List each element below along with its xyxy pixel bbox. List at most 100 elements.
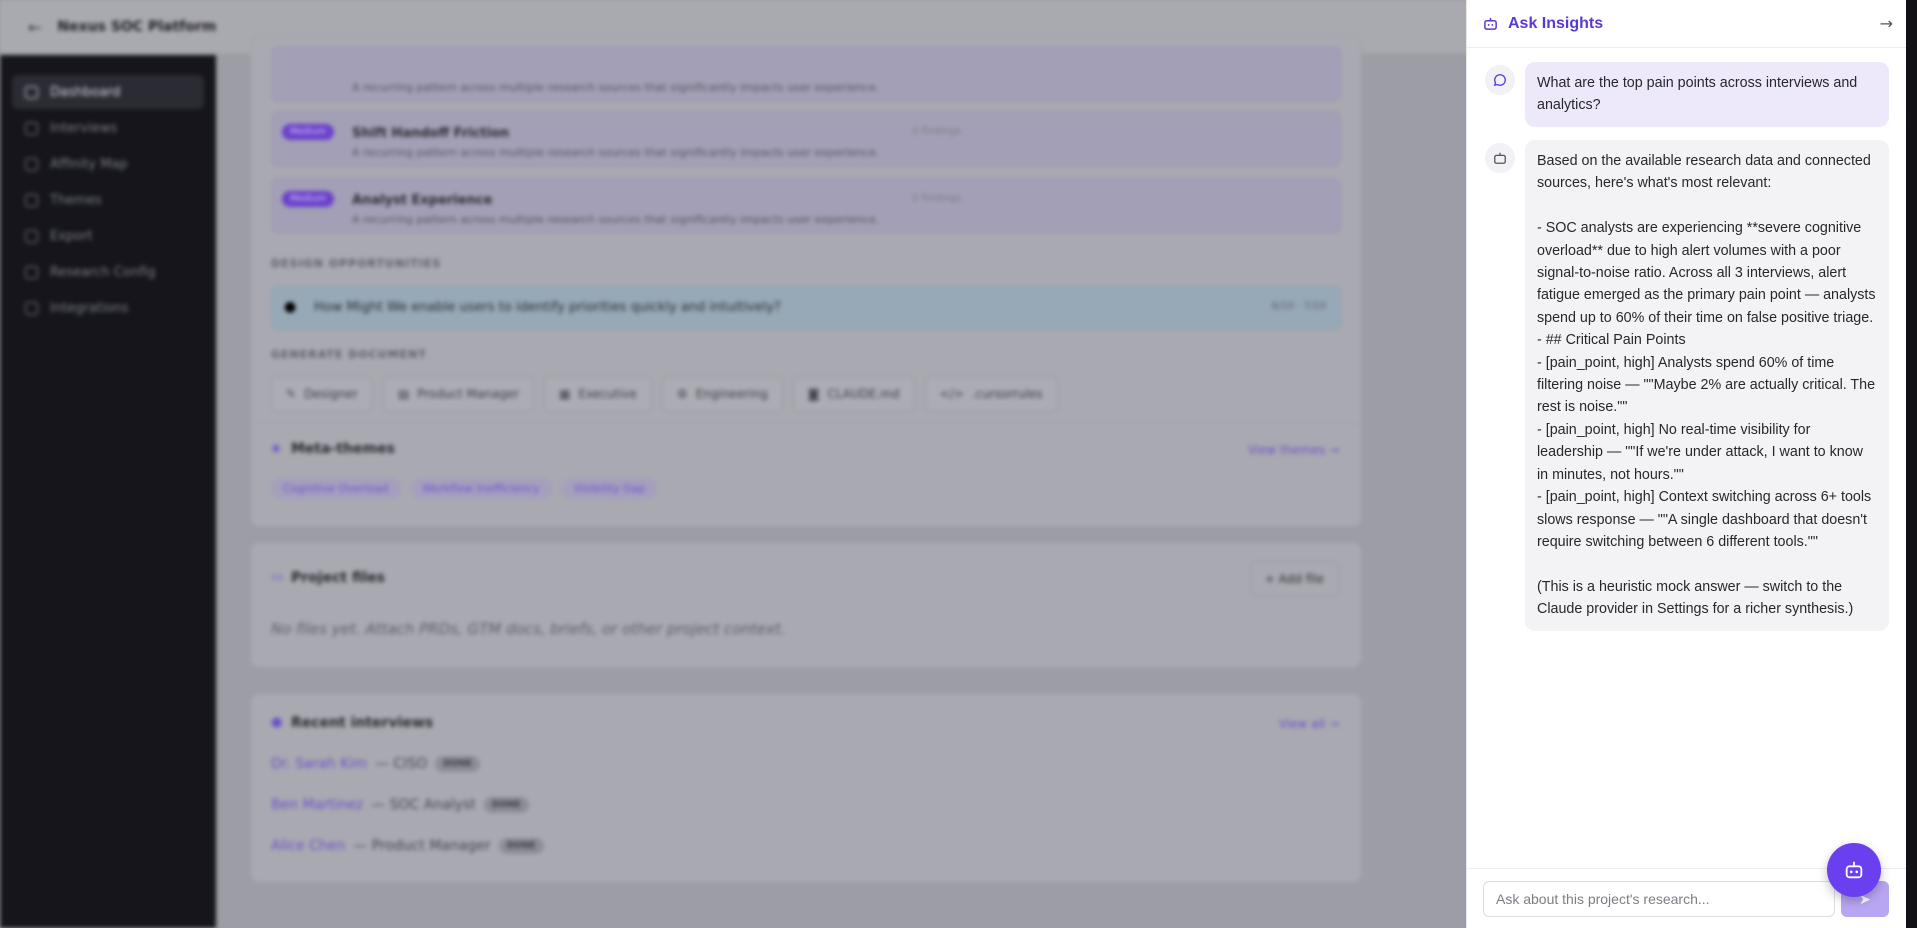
project-files-title: Project files	[291, 570, 385, 586]
document-buttons: ✎ Designer ▤ Product Manager ▦ Executive ⚙ E…	[271, 376, 1058, 412]
view-themes-link[interactable]: View themes →	[1248, 443, 1339, 457]
mic-icon	[25, 121, 38, 135]
chat-input[interactable]	[1483, 881, 1835, 917]
project-files-empty: No files yet. Attach PRDs, GTM docs, bri…	[271, 620, 786, 638]
pencil-icon: ✎	[286, 387, 297, 401]
assistant-message: Based on the available research data and…	[1525, 140, 1889, 631]
interview-name[interactable]: Dr. Sarah Kim	[271, 756, 367, 772]
doc-button-label: Product Manager	[417, 387, 520, 401]
hmw-opportunity[interactable]: ● How Might We enable users to identify …	[271, 286, 1341, 330]
theme-row[interactable]: Medium Shift Handoff Friction A recurrin…	[271, 111, 1341, 167]
meta-theme-tag[interactable]: Workflow Inefficiency	[410, 478, 552, 499]
sidebar-item-integrations[interactable]: Integrations	[12, 291, 204, 325]
add-file-button[interactable]: + Add file	[1249, 561, 1339, 597]
generate-document-label: GENERATE DOCUMENT	[271, 348, 427, 361]
design-opportunities-label: DESIGN OPPORTUNITIES	[271, 257, 442, 270]
hmw-text: How Might We enable users to identify pr…	[314, 300, 781, 315]
executive-doc-button[interactable]: ▦ Executive	[544, 376, 652, 412]
doc-button-label: .cursorrules	[971, 387, 1043, 401]
theme-row[interactable]: Medium Analyst Experience A recurring pa…	[271, 178, 1341, 234]
sidebar-item-label: Interviews	[50, 120, 118, 136]
claude-md-doc-button[interactable]: ◙ CLAUDE.md	[792, 376, 915, 412]
meta-theme-tags: Cognitive Overload Workflow Inefficiency…	[271, 478, 658, 499]
code-icon: </>	[939, 387, 964, 401]
ask-insights-panel: Ask Insights → What are the top pain poi…	[1466, 0, 1907, 928]
theme-subtitle: A recurring pattern across multiple rese…	[352, 81, 880, 94]
cursorrules-doc-button[interactable]: </> .cursorrules	[924, 376, 1058, 412]
plug-icon	[25, 301, 38, 315]
status-badge: DONE	[498, 838, 544, 854]
sidebar-item-research-config[interactable]: Research Config	[12, 255, 204, 289]
sidebar-item-label: Affinity Map	[50, 156, 128, 172]
theme-row[interactable]: A recurring pattern across multiple rese…	[271, 46, 1341, 102]
close-panel-arrow-icon[interactable]: →	[1880, 14, 1893, 33]
sidebar-item-label: Integrations	[50, 300, 129, 316]
interview-row[interactable]: Ben Martinez — SOC Analyst DONE	[271, 797, 529, 813]
status-badge: DONE	[483, 797, 529, 813]
robot-icon	[1485, 143, 1515, 173]
robot-icon: ◙	[807, 387, 820, 401]
meta-theme-tag[interactable]: Cognitive Overload	[271, 478, 401, 499]
lightbulb-icon: ●	[284, 299, 297, 315]
theme-count: 2 findings	[912, 126, 962, 137]
interview-name[interactable]: Ben Martinez	[271, 797, 363, 813]
themes-card: A recurring pattern across multiple rese…	[250, 35, 1362, 455]
user-message: What are the top pain points across inte…	[1525, 62, 1889, 127]
sidebar-item-interviews[interactable]: Interviews	[12, 111, 204, 145]
sidebar-item-label: Export	[50, 228, 93, 244]
layers-icon	[25, 193, 38, 207]
meta-themes-card: ◈ Meta-themes View themes → Cognitive Ov…	[250, 421, 1362, 527]
designer-doc-button[interactable]: ✎ Designer	[271, 376, 373, 412]
interview-row[interactable]: Alice Chen — Product Manager DONE	[271, 838, 544, 854]
status-badge: DONE	[435, 756, 481, 772]
doc-button-label: CLAUDE.md	[827, 387, 900, 401]
theme-title: Analyst Experience	[352, 193, 493, 208]
recent-interviews-title: Recent interviews	[291, 715, 434, 731]
hmw-scores: 6/10 · 7/10	[1271, 301, 1326, 312]
sidebar-item-label: Dashboard	[50, 84, 121, 100]
product-manager-doc-button[interactable]: ▤ Product Manager	[382, 376, 535, 412]
interview-role: — Product Manager	[353, 838, 491, 854]
gear-icon	[25, 265, 38, 279]
doc-button-label: Engineering	[695, 387, 768, 401]
view-all-link[interactable]: View all →	[1279, 717, 1339, 731]
export-icon	[25, 229, 38, 243]
folder-icon: ▭	[271, 570, 284, 585]
main-content: A recurring pattern across multiple rese…	[216, 35, 1466, 928]
interview-row[interactable]: Dr. Sarah Kim — CISO DONE	[271, 756, 481, 772]
sidebar-item-label: Research Config	[50, 264, 156, 280]
panel-scroll-edge	[1906, 0, 1917, 928]
sidebar-item-label: Themes	[50, 192, 102, 208]
project-title: Nexus SOC Platform	[57, 19, 217, 35]
interview-role: — CISO	[374, 756, 428, 772]
chart-icon: ▦	[559, 387, 571, 401]
doc-button-label: Executive	[578, 387, 637, 401]
recent-interviews-card: ● Recent interviews View all → Dr. Sarah…	[250, 693, 1362, 883]
back-arrow-icon[interactable]: ←	[28, 18, 41, 37]
map-icon	[25, 157, 38, 171]
sidebar-item-affinity-map[interactable]: Affinity Map	[12, 147, 204, 181]
severity-badge: Medium	[282, 191, 334, 207]
theme-title: Shift Handoff Friction	[352, 126, 510, 141]
theme-count: 2 findings	[912, 193, 962, 204]
gear-icon: ⚙	[676, 387, 688, 401]
panel-header: Ask Insights →	[1467, 0, 1907, 48]
severity-badge: Medium	[282, 124, 334, 140]
sidebar-item-dashboard[interactable]: Dashboard	[12, 75, 204, 109]
robot-icon	[1845, 861, 1863, 879]
sidebar-item-themes[interactable]: Themes	[12, 183, 204, 217]
engineering-doc-button[interactable]: ⚙ Engineering	[661, 376, 783, 412]
meta-theme-tag[interactable]: Visibility Gap	[561, 478, 658, 499]
project-files-card: ▭ Project files + Add file No files yet.…	[250, 542, 1362, 668]
robot-icon	[1484, 17, 1497, 30]
sidebar-item-export[interactable]: Export	[12, 219, 204, 253]
layers-icon: ◈	[271, 441, 281, 456]
interview-name[interactable]: Alice Chen	[271, 838, 345, 854]
insights-fab-button[interactable]	[1827, 843, 1881, 897]
theme-subtitle: A recurring pattern across multiple rese…	[352, 213, 880, 226]
theme-subtitle: A recurring pattern across multiple rese…	[352, 146, 880, 159]
document-icon: ▤	[397, 387, 410, 401]
grid-icon	[25, 85, 38, 99]
sidebar: Dashboard Interviews Affinity Map Themes…	[0, 55, 216, 928]
meta-themes-title: Meta-themes	[291, 441, 395, 457]
